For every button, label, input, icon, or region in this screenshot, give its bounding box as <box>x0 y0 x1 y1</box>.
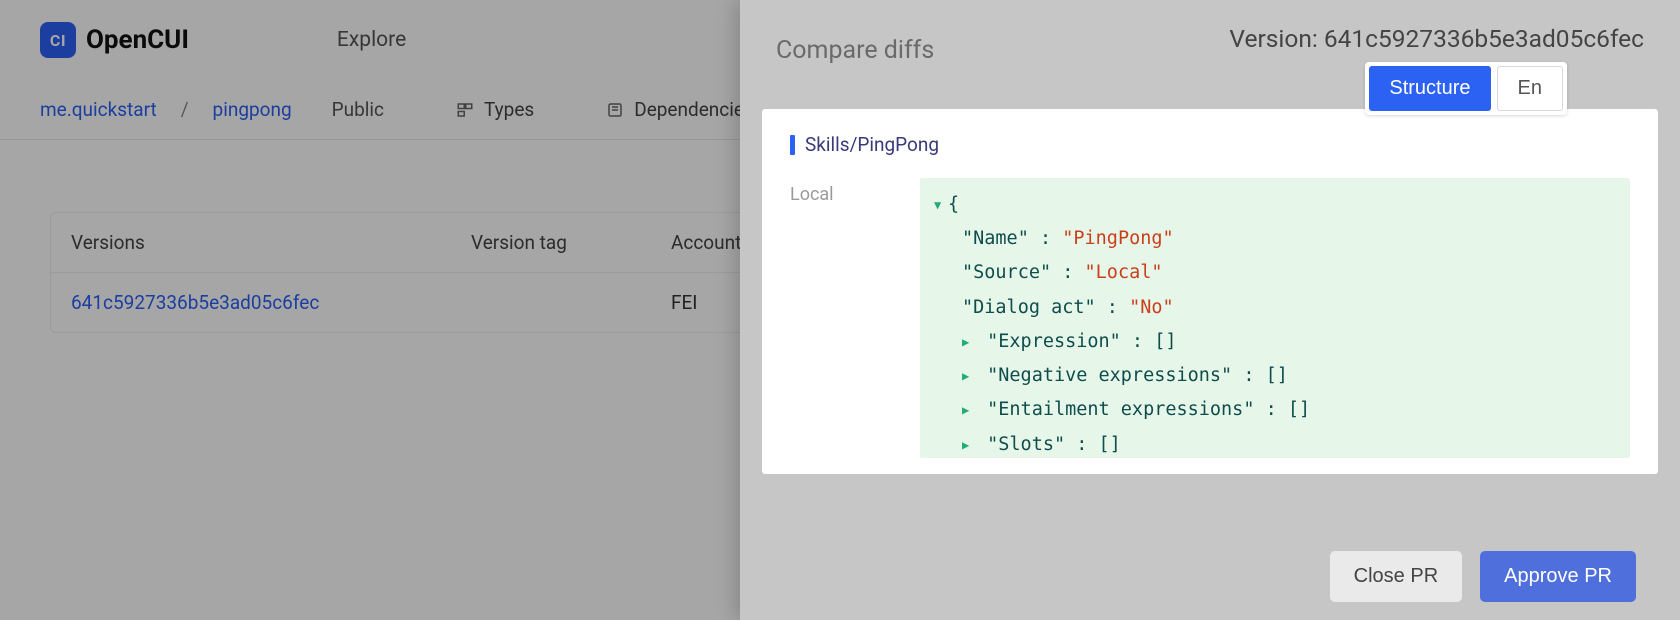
brand-name: OpenCUI <box>86 25 189 55</box>
panel-header: Version: 641c5927336b5e3ad05c6fec Compar… <box>740 0 1680 77</box>
k-source: "Source" <box>962 262 1051 283</box>
code-box[interactable]: ▼{ "Name" : "PingPong" "Source" : "Local… <box>920 178 1630 458</box>
k-slots: "Slots" <box>987 434 1065 455</box>
k-name: "Name" <box>962 228 1029 249</box>
k-ent: "Entailment expressions" <box>987 399 1254 420</box>
code-line-name: "Name" : "PingPong" <box>934 222 1616 256</box>
panel-version-label: Version: <box>1229 24 1323 53</box>
nav-explore[interactable]: Explore <box>337 28 406 52</box>
panel-footer: Close PR Approve PR <box>1330 551 1636 602</box>
diff-skill-path: Skills/PingPong <box>790 133 1630 156</box>
panel-version: Version: 641c5927336b5e3ad05c6fec <box>1229 24 1644 53</box>
v-source: "Local" <box>1085 262 1163 283</box>
tab-types-label: Types <box>484 98 534 121</box>
diff-body: Local ▼{ "Name" : "PingPong" "Source" : … <box>790 178 1630 458</box>
breadcrumb-org[interactable]: me.quickstart <box>40 98 157 121</box>
v-name: "PingPong" <box>1062 228 1173 249</box>
code-line-neg-expr: ▶ "Negative expressions" : [] <box>934 359 1616 393</box>
code-line-source: "Source" : "Local" <box>934 256 1616 290</box>
view-toggle: Structure En <box>1365 62 1567 115</box>
tab-dependencies[interactable]: Dependencies <box>606 98 754 121</box>
close-pr-button[interactable]: Close PR <box>1330 551 1462 602</box>
chevron-right-icon[interactable]: ▶ <box>962 399 972 421</box>
breadcrumb-project[interactable]: pingpong <box>213 98 292 121</box>
compare-diffs-panel: Version: 641c5927336b5e3ad05c6fec Compar… <box>740 0 1680 620</box>
diff-source-label: Local <box>790 178 910 458</box>
version-id-link[interactable]: 641c5927336b5e3ad05c6fec <box>71 291 471 314</box>
skill-path-text: Skills/PingPong <box>805 133 939 156</box>
k-expr: "Expression" <box>987 331 1121 352</box>
chevron-right-icon[interactable]: ▶ <box>962 434 972 456</box>
tab-dependencies-label: Dependencies <box>634 98 754 121</box>
k-neg: "Negative expressions" <box>987 365 1232 386</box>
panel-version-value: 641c5927336b5e3ad05c6fec <box>1324 24 1644 53</box>
diff-card: Skills/PingPong Local ▼{ "Name" : "PingP… <box>762 109 1658 474</box>
code-line-ent-expr: ▶ "Entailment expressions" : [] <box>934 393 1616 427</box>
v-slots: [] <box>1099 434 1121 455</box>
tab-structure[interactable]: Structure <box>1369 66 1490 111</box>
code-line-slots: ▶ "Slots" : [] <box>934 428 1616 458</box>
v-neg: [] <box>1266 365 1288 386</box>
v-dialog: "No" <box>1129 297 1174 318</box>
chevron-right-icon[interactable]: ▶ <box>962 365 972 387</box>
visibility-badge: Public <box>332 98 384 121</box>
dependencies-icon <box>606 101 624 119</box>
code-line-open: ▼{ <box>934 188 1616 222</box>
brace-open: { <box>948 194 959 215</box>
k-dialog: "Dialog act" <box>962 297 1096 318</box>
tab-en[interactable]: En <box>1497 66 1563 111</box>
code-line-expression: ▶ "Expression" : [] <box>934 325 1616 359</box>
col-versions: Versions <box>71 231 471 254</box>
code-line-dialog-act: "Dialog act" : "No" <box>934 291 1616 325</box>
v-expr: [] <box>1154 331 1176 352</box>
approve-pr-button[interactable]: Approve PR <box>1480 551 1636 602</box>
chevron-down-icon[interactable]: ▼ <box>934 194 944 216</box>
logo-icon: CI <box>40 22 76 58</box>
breadcrumb-sep: / <box>181 98 189 121</box>
col-version-tag: Version tag <box>471 231 671 254</box>
brand-block[interactable]: CI OpenCUI <box>40 22 189 58</box>
tab-types[interactable]: Types <box>456 98 534 121</box>
chevron-right-icon[interactable]: ▶ <box>962 331 972 353</box>
types-icon <box>456 101 474 119</box>
v-ent: [] <box>1288 399 1310 420</box>
accent-bar-icon <box>790 135 795 155</box>
